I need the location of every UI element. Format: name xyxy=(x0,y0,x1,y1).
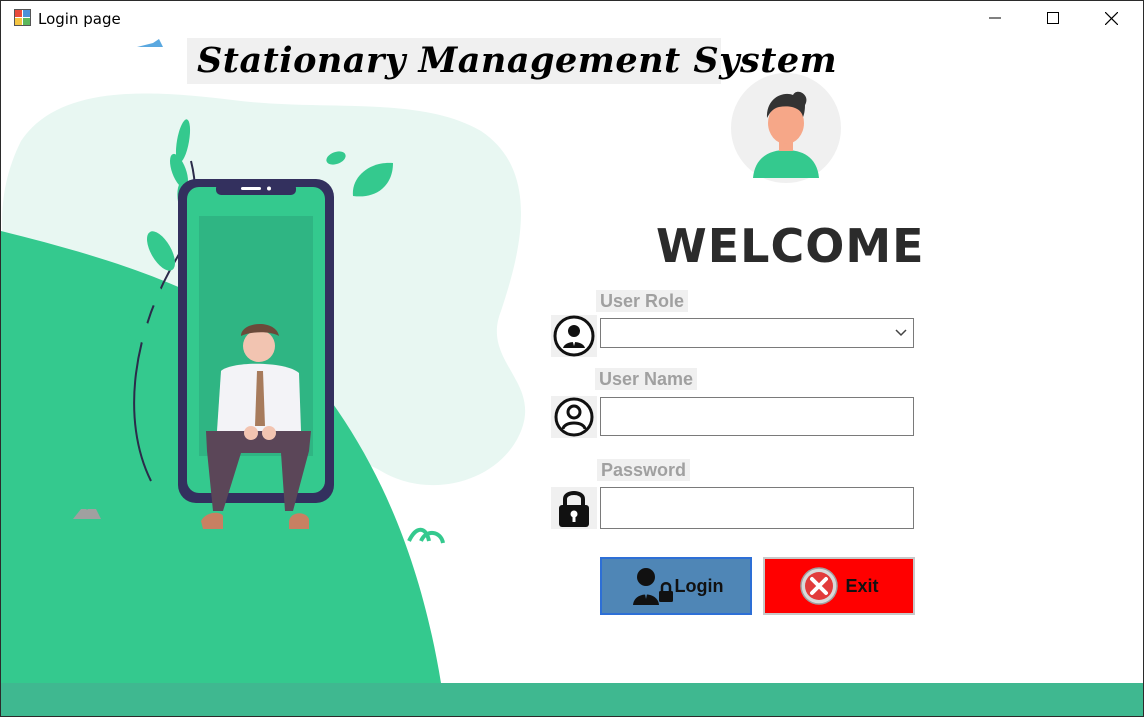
exit-label: Exit xyxy=(845,575,879,596)
window-title: Login page xyxy=(38,10,121,28)
user-circle-icon xyxy=(551,396,597,438)
maximize-button[interactable] xyxy=(1024,1,1082,35)
lock-icon xyxy=(551,487,597,529)
user-role-select[interactable] xyxy=(600,318,914,348)
close-button[interactable] xyxy=(1082,1,1140,35)
user-role-label: User Role xyxy=(596,290,689,312)
businessman-icon xyxy=(551,315,597,357)
user-name-label: User Name xyxy=(595,368,698,390)
login-label: Login xyxy=(674,575,724,596)
minimize-icon xyxy=(989,17,1001,19)
close-circle-icon xyxy=(800,567,839,605)
maximize-icon xyxy=(1047,12,1059,24)
password-input[interactable] xyxy=(600,487,914,529)
exit-button[interactable]: Exit xyxy=(763,557,915,615)
footer-band xyxy=(1,683,1143,716)
password-label: Password xyxy=(597,459,691,481)
avatar xyxy=(731,73,841,183)
chevron-down-icon xyxy=(895,329,907,337)
welcome-heading: WELCOME xyxy=(656,219,925,273)
minimize-button[interactable] xyxy=(966,1,1024,35)
close-icon xyxy=(1104,11,1118,25)
login-button[interactable]: Login xyxy=(600,557,752,615)
user-lock-icon xyxy=(632,568,673,605)
window-app-icon xyxy=(14,9,31,26)
user-name-input[interactable] xyxy=(600,397,914,436)
title-bar: Login page xyxy=(1,1,1143,35)
illustration-background xyxy=(1,39,526,683)
app-title: Stationary Management System xyxy=(187,38,837,84)
login-window: Login page Stationary Management System … xyxy=(0,0,1144,717)
